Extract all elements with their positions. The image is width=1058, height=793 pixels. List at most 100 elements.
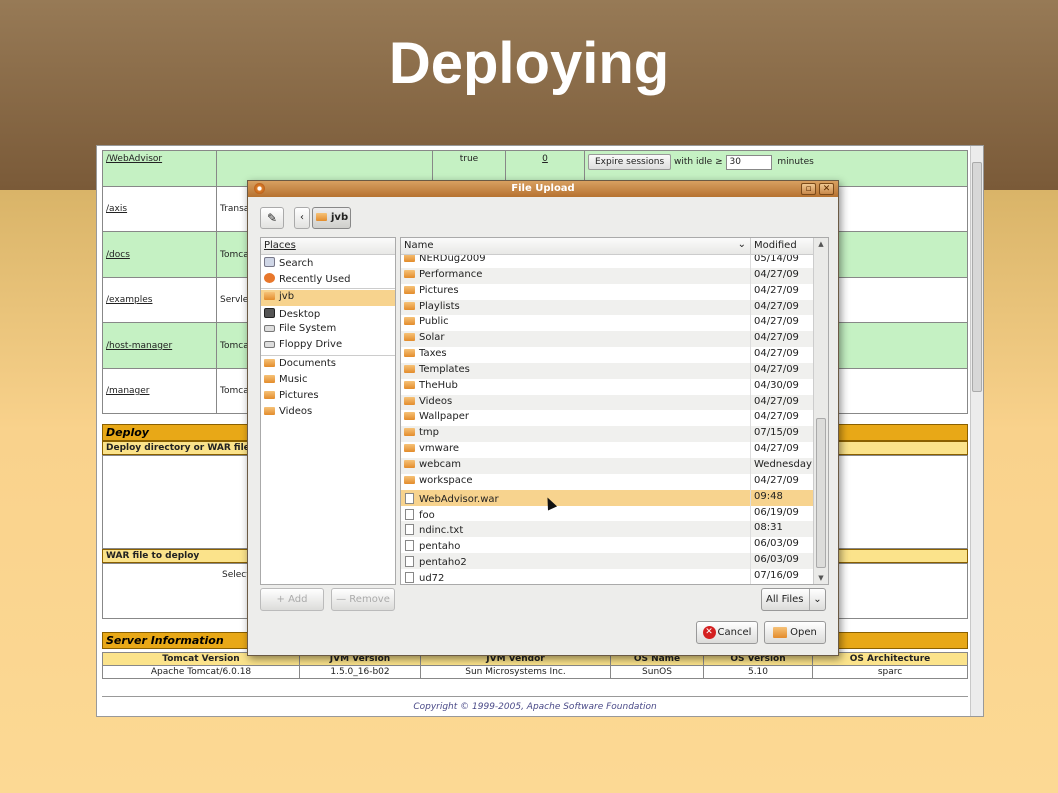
place-recently-used[interactable]: Recently Used xyxy=(261,271,395,287)
file-name-cell: foo xyxy=(401,505,751,522)
bookmark-documents[interactable]: Documents xyxy=(261,357,395,373)
remove-bookmark-button[interactable]: — Remove xyxy=(331,588,395,611)
file-name: vmware xyxy=(419,443,460,455)
app-sessions-link[interactable]: 0 xyxy=(542,154,548,164)
path-back-icon[interactable]: ‹ xyxy=(294,207,310,229)
scroll-up-icon[interactable]: ▲ xyxy=(815,239,827,249)
expire-suffix: minutes xyxy=(777,157,814,167)
file-modified: 04/27/09 xyxy=(754,268,799,280)
modified-column-label: Modified xyxy=(754,240,797,251)
file-modified: 09:48 xyxy=(754,490,783,502)
open-label: Open xyxy=(790,627,817,638)
file-row[interactable]: tmp 07/15/09 xyxy=(401,426,813,443)
file-row[interactable]: workspace 04/27/09 xyxy=(401,473,813,490)
slide-title: Deploying xyxy=(388,31,670,96)
file-modified: 04/27/09 xyxy=(754,300,799,312)
place-floppy-drive[interactable]: Floppy Drive xyxy=(261,338,395,354)
file-name: ndinc.txt xyxy=(419,525,464,537)
file-row[interactable]: Solar 04/27/09 xyxy=(401,331,813,348)
place-label: Search xyxy=(279,258,314,269)
bookmark-videos[interactable]: Videos xyxy=(261,405,395,421)
place-label: Floppy Drive xyxy=(279,339,343,350)
app-path-link[interactable]: /examples xyxy=(106,295,152,305)
file-row[interactable]: WebAdvisor.war 09:48 xyxy=(401,489,813,506)
remove-icon: — xyxy=(336,594,350,605)
file-row[interactable]: Taxes 04/27/09 xyxy=(401,347,813,363)
app-path-link[interactable]: /manager xyxy=(106,386,149,396)
folder-icon xyxy=(404,317,415,326)
file-row[interactable]: foo 06/19/09 xyxy=(401,505,813,522)
app-path-link[interactable]: /docs xyxy=(106,250,130,260)
modified-column-header[interactable]: Modified xyxy=(751,238,813,254)
remove-label: Remove xyxy=(349,594,390,605)
path-crumb-jvb[interactable]: jvb xyxy=(312,207,351,229)
file-row[interactable]: Public 04/27/09 xyxy=(401,315,813,332)
file-name-cell: workspace xyxy=(401,473,751,490)
file-row[interactable]: Pictures 04/27/09 xyxy=(401,283,813,300)
file-row[interactable]: Videos 04/27/09 xyxy=(401,394,813,411)
file-row[interactable]: pentaho 06/03/09 xyxy=(401,537,813,554)
cancel-button[interactable]: ✕ Cancel xyxy=(696,621,758,644)
scroll-down-icon[interactable]: ▼ xyxy=(815,573,827,583)
app-path-link[interactable]: /axis xyxy=(106,204,127,214)
file-row[interactable]: webcam Wednesday xyxy=(401,457,813,474)
place-file-system[interactable]: File System xyxy=(261,322,395,338)
file-name: webcam xyxy=(419,458,462,470)
file-row[interactable]: ndinc.txt 08:31 xyxy=(401,521,813,538)
places-divider xyxy=(261,355,395,356)
folder-icon xyxy=(404,333,415,342)
file-list-scrollbar[interactable]: ▲ ▼ xyxy=(813,238,828,584)
folder-icon xyxy=(404,349,415,358)
folder-icon xyxy=(404,285,415,294)
file-modified: 07/16/09 xyxy=(754,569,799,581)
file-name-cell: Public xyxy=(401,315,751,332)
place-jvb[interactable]: jvb xyxy=(261,290,395,306)
folder-icon xyxy=(404,254,415,262)
expire-sessions-button[interactable]: Expire sessions xyxy=(588,154,672,170)
add-icon: + xyxy=(276,594,289,605)
close-icon[interactable]: ✕ xyxy=(819,183,834,195)
page-scrollbar-thumb[interactable] xyxy=(972,162,982,392)
file-row[interactable]: Wallpaper 04/27/09 xyxy=(401,410,813,427)
file-row[interactable]: Playlists 04/27/09 xyxy=(401,299,813,316)
idle-minutes-input[interactable]: 30 xyxy=(725,155,772,170)
name-column-header[interactable]: Name ⌄ xyxy=(401,238,751,254)
file-modified: 04/27/09 xyxy=(754,411,799,423)
file-row[interactable]: vmware 04/27/09 xyxy=(401,442,813,458)
file-row[interactable]: TheHub 04/30/09 xyxy=(401,378,813,395)
folder-icon xyxy=(264,375,275,383)
select-label: Select xyxy=(222,570,250,580)
add-bookmark-button[interactable]: + Add xyxy=(260,588,324,611)
page-scrollbar[interactable] xyxy=(970,146,983,716)
folder-icon xyxy=(264,391,275,399)
file-name-cell: Solar xyxy=(401,331,751,348)
bookmark-music[interactable]: Music xyxy=(261,373,395,389)
home-folder-icon xyxy=(316,213,327,221)
place-desktop[interactable]: Desktop xyxy=(261,306,395,322)
file-icon xyxy=(405,571,414,583)
folder-icon xyxy=(404,475,415,484)
place-label: Pictures xyxy=(279,390,319,401)
app-path-link[interactable]: /WebAdvisor xyxy=(106,154,162,164)
file-row[interactable]: Templates 04/27/09 xyxy=(401,362,813,379)
app-path-link[interactable]: /host-manager xyxy=(106,341,172,351)
folder-icon xyxy=(264,407,275,415)
place-search[interactable]: Search xyxy=(261,255,395,271)
dialog-app-icon xyxy=(254,183,265,194)
server-value: SunOS xyxy=(610,665,704,679)
maximize-icon[interactable]: ▫ xyxy=(801,183,816,195)
file-name: Videos xyxy=(419,395,453,407)
file-filter-value: All Files xyxy=(766,594,804,605)
places-header[interactable]: Places xyxy=(261,238,395,255)
server-value: Sun Microsystems Inc. xyxy=(420,665,611,679)
file-row[interactable]: ud72 07/16/09 xyxy=(401,568,813,584)
file-list-scrollbar-thumb[interactable] xyxy=(816,418,826,568)
file-row[interactable]: Performance 04/27/09 xyxy=(401,267,813,284)
file-name-cell: pentaho xyxy=(401,537,751,554)
file-filter-select[interactable]: All Files ⌄ xyxy=(761,588,826,611)
file-name: pentaho2 xyxy=(419,557,467,569)
file-row[interactable]: pentaho2 06/03/09 xyxy=(401,553,813,569)
bookmark-pictures[interactable]: Pictures xyxy=(261,389,395,405)
open-button[interactable]: Open xyxy=(764,621,826,644)
edit-location-icon[interactable]: ✎ xyxy=(260,207,284,229)
